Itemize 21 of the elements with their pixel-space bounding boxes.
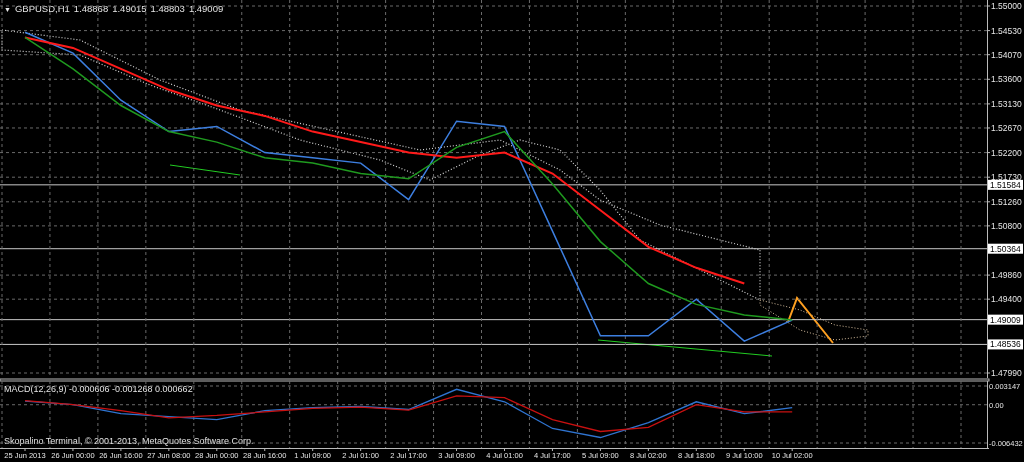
price-value: 1.48868 bbox=[73, 3, 109, 14]
copyright-text: Skopalino Terminal, © 2001-2013, MetaQuotes Software Corp. bbox=[4, 436, 254, 446]
price-axis-label: 1.49860 bbox=[991, 270, 1022, 281]
price-axis-label: 1.53130 bbox=[991, 98, 1022, 109]
macd-title: MACD(12,26,9) -0.000606 -0.001268 0.000662 bbox=[4, 384, 193, 394]
price-axis-label: 1.55000 bbox=[991, 1, 1022, 11]
forecast-line bbox=[787, 296, 834, 344]
price-axis-label: 1.54070 bbox=[991, 49, 1022, 60]
price-value: 1.49015 bbox=[112, 3, 147, 14]
price-axis-label: 1.47990 bbox=[991, 368, 1022, 378]
price-value: 1.48803 bbox=[150, 3, 185, 14]
price-axis-label: 1.51260 bbox=[991, 196, 1022, 207]
price-axis-label: 1.53600 bbox=[991, 74, 1022, 85]
price-axis-label: 1.49400 bbox=[991, 294, 1022, 305]
price-axis-label: 1.54530 bbox=[991, 25, 1022, 36]
price-value: 1.49009 bbox=[188, 3, 224, 14]
price-axis-label: 1.52670 bbox=[991, 123, 1022, 133]
price-axis-label: 1.52200 bbox=[991, 147, 1022, 158]
price-axis-label: 1.50800 bbox=[991, 220, 1022, 231]
trend-line bbox=[169, 164, 241, 176]
symbol-title: GBPUSD,H1 bbox=[14, 3, 70, 14]
